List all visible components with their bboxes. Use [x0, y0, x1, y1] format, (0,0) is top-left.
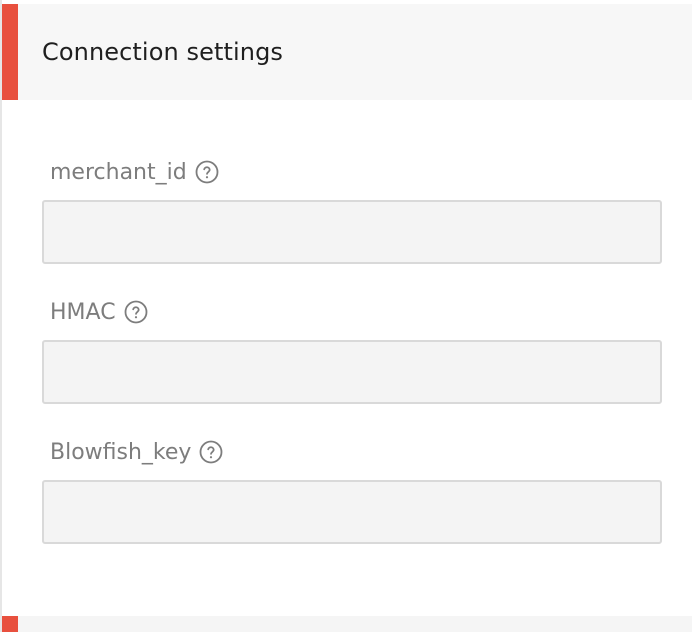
help-icon[interactable] [195, 160, 219, 184]
help-icon[interactable] [124, 300, 148, 324]
blowfish-key-label-row: Blowfish_key [50, 438, 223, 466]
blowfish-key-field: Blowfish_key [42, 438, 662, 544]
next-section-header [2, 616, 692, 632]
header-accent-bar [2, 4, 18, 100]
blowfish-key-input[interactable] [42, 480, 662, 544]
hmac-field: HMAC [42, 298, 662, 404]
next-section-accent-bar [2, 616, 18, 632]
section-header: Connection settings [2, 4, 692, 100]
merchant-id-label-row: merchant_id [50, 158, 219, 186]
hmac-input[interactable] [42, 340, 662, 404]
connection-settings-panel: Connection settings merchant_id HMAC Blo… [0, 0, 692, 632]
hmac-label-row: HMAC [50, 298, 148, 326]
help-icon[interactable] [199, 440, 223, 464]
merchant-id-input[interactable] [42, 200, 662, 264]
section-title: Connection settings [42, 38, 284, 66]
hmac-label: HMAC [50, 299, 116, 325]
merchant-id-label: merchant_id [50, 159, 187, 185]
merchant-id-field: merchant_id [42, 158, 662, 264]
blowfish-key-label: Blowfish_key [50, 439, 192, 465]
